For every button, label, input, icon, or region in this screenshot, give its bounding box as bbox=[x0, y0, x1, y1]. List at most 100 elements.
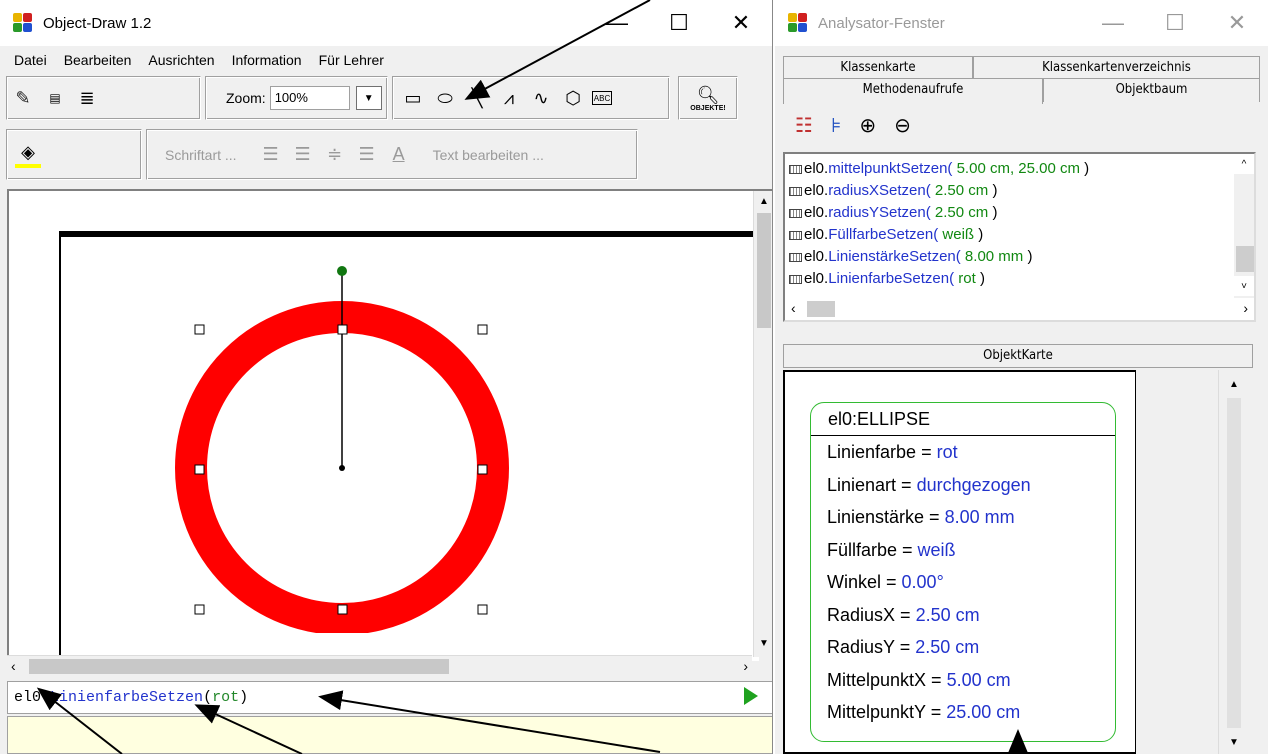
list-view-icon[interactable]: ☷ bbox=[795, 113, 813, 138]
close-button[interactable]: ✕ bbox=[710, 0, 772, 46]
analysator-title-bar[interactable]: Analysator-Fenster — ☐ ✕ bbox=[775, 0, 1268, 46]
card-row: RadiusX = 2.50 cm bbox=[827, 604, 980, 625]
list-item[interactable]: el0.mittelpunktSetzen( 5.00 cm, 25.00 cm… bbox=[785, 158, 1232, 180]
tab-objektbaum[interactable]: Objektbaum bbox=[1043, 78, 1260, 102]
align-center-icon[interactable]: ☰ bbox=[290, 142, 316, 168]
fill-bucket-icon[interactable]: ◈ bbox=[15, 142, 41, 168]
maximize-button[interactable]: ☐ bbox=[648, 0, 710, 46]
close-button[interactable]: ✕ bbox=[1206, 0, 1268, 46]
polyline-tool-icon[interactable]: ⩘ bbox=[496, 85, 522, 111]
list-item[interactable]: el0.LinienfarbeSetzen( rot ) bbox=[785, 268, 1232, 290]
justify-icon[interactable]: ☰ bbox=[354, 142, 380, 168]
canvas-horizontal-scrollbar[interactable]: ‹ › bbox=[7, 655, 752, 677]
minimize-button[interactable]: — bbox=[1082, 0, 1144, 46]
objektkarte-vertical-scrollbar[interactable]: ▲ ▼ bbox=[1218, 370, 1248, 754]
magnifier-icon: 🔍︎ bbox=[696, 84, 720, 105]
menu-bearbeiten[interactable]: Bearbeiten bbox=[54, 52, 139, 68]
hscroll-thumb[interactable] bbox=[29, 659, 449, 674]
scroll-right-icon[interactable]: › bbox=[743, 658, 748, 674]
line-style-icon[interactable]: ▤ bbox=[42, 85, 68, 111]
analysator-title: Analysator-Fenster bbox=[818, 14, 945, 32]
scroll-down-icon[interactable]: ▼ bbox=[1224, 732, 1244, 752]
line-width-icon[interactable]: ≣ bbox=[74, 85, 100, 111]
hscroll-thumb[interactable] bbox=[807, 301, 835, 317]
output-area bbox=[7, 716, 772, 754]
maximize-button[interactable]: ☐ bbox=[1144, 0, 1206, 46]
center-point bbox=[339, 465, 345, 471]
list-item[interactable]: el0.FüllfarbeSetzen( weiß ) bbox=[785, 224, 1232, 246]
objekte-label: OBJEKTE! bbox=[690, 104, 726, 112]
objektkarte-panel: el0:ELLIPSE Linienfarbe = rot Linienart … bbox=[783, 370, 1136, 754]
line-style-toolbar: ✎ ▤ ≣ bbox=[6, 76, 201, 120]
card-row: Füllfarbe = weiß bbox=[827, 539, 956, 560]
zoom-select[interactable]: 100% bbox=[269, 86, 350, 110]
scroll-left-icon[interactable]: ‹ bbox=[11, 658, 16, 674]
menu-fuer-lehrer[interactable]: Für Lehrer bbox=[309, 52, 391, 68]
font-color-icon[interactable]: A bbox=[386, 142, 412, 168]
line-tool-icon[interactable]: ╲ bbox=[464, 85, 490, 111]
zoom-label: Zoom: bbox=[226, 90, 266, 106]
scroll-thumb[interactable] bbox=[757, 213, 771, 328]
chevron-down-icon[interactable]: ▼ bbox=[355, 86, 382, 110]
zoom-out-icon[interactable]: ⊖ bbox=[894, 113, 911, 138]
scroll-up-icon[interactable]: ▲ bbox=[1224, 374, 1244, 394]
objekte-button[interactable]: 🔍︎ OBJEKTE! bbox=[678, 76, 738, 120]
card-row: Linienstärke = 8.00 mm bbox=[827, 507, 1015, 527]
list-item[interactable]: el0.LinienstärkeSetzen( 8.00 mm ) bbox=[785, 246, 1232, 268]
cmd-arg: rot bbox=[212, 689, 240, 706]
scroll-up-icon[interactable]: ▲ bbox=[754, 191, 772, 211]
scroll-left-icon[interactable]: ‹ bbox=[791, 300, 796, 316]
card-header: el0:ELLIPSE bbox=[811, 403, 1115, 436]
method-call-list[interactable]: el0.mittelpunktSetzen( 5.00 cm, 25.00 cm… bbox=[783, 152, 1256, 322]
menu-ausrichten[interactable]: Ausrichten bbox=[138, 52, 221, 68]
polygon-tool-icon[interactable]: ⬡ bbox=[560, 85, 586, 111]
text-tool-icon[interactable]: ABC bbox=[592, 91, 612, 105]
tab-methodenaufrufe[interactable]: Methodenaufrufe bbox=[783, 78, 1043, 104]
drawing-canvas[interactable]: ▲ ▼ bbox=[7, 189, 772, 661]
app-logo-icon bbox=[13, 13, 33, 33]
canvas-vertical-scrollbar[interactable]: ▲ ▼ bbox=[753, 191, 772, 657]
zoom-in-icon[interactable]: ⊕ bbox=[859, 113, 876, 138]
tab-strip: Klassenkarte Klassenkartenverzeichnis Me… bbox=[783, 56, 1260, 104]
card-row: Linienfarbe = rot bbox=[827, 442, 958, 462]
scroll-down-icon[interactable]: ▼ bbox=[754, 633, 772, 653]
method-toolbar: ☷ ⊧ ⊕ ⊖ bbox=[795, 113, 911, 138]
scroll-down-icon[interactable]: ˅ bbox=[1234, 276, 1254, 296]
ellipse-tool-icon[interactable]: ⬭ bbox=[432, 85, 458, 111]
scroll-up-icon[interactable]: ^ bbox=[1234, 154, 1254, 174]
tree-view-icon[interactable]: ⊧ bbox=[831, 113, 841, 138]
menu-datei[interactable]: Datei bbox=[4, 52, 54, 68]
scroll-right-icon[interactable]: › bbox=[1243, 300, 1248, 316]
scroll-thumb[interactable] bbox=[1227, 398, 1241, 728]
menu-information[interactable]: Information bbox=[222, 52, 309, 68]
font-button[interactable]: Schriftart ... bbox=[165, 147, 237, 163]
command-input[interactable]: el0.LinienfarbeSetzen(rot) bbox=[7, 681, 772, 714]
minimize-button[interactable]: — bbox=[586, 0, 648, 46]
rotation-handle[interactable] bbox=[337, 266, 347, 276]
cmd-object: el0 bbox=[14, 689, 42, 706]
edit-text-button[interactable]: Text bearbeiten ... bbox=[433, 147, 544, 163]
freehand-tool-icon[interactable]: ∿ bbox=[528, 85, 554, 111]
title-bar[interactable]: Object-Draw 1.2 — ☐ ✕ bbox=[0, 0, 772, 46]
method-vertical-scrollbar[interactable]: ^ ˅ bbox=[1234, 154, 1254, 298]
method-horizontal-scrollbar[interactable]: ‹ › bbox=[785, 298, 1254, 320]
method-call-lines: el0.mittelpunktSetzen( 5.00 cm, 25.00 cm… bbox=[785, 158, 1232, 290]
card-row: Linienart = durchgezogen bbox=[827, 474, 1031, 495]
tab-klassenkarte[interactable]: Klassenkarte bbox=[783, 56, 973, 80]
cmd-close: ) bbox=[239, 689, 249, 706]
zoom-toolbar: Zoom: 100% ▼ bbox=[205, 76, 388, 120]
card-row: MittelpunktY = 25.00 cm bbox=[827, 702, 1021, 722]
align-left-icon[interactable]: ☰ bbox=[258, 142, 284, 168]
app-logo-icon bbox=[788, 13, 808, 33]
run-icon[interactable] bbox=[744, 687, 758, 705]
tab-klassenkartenverzeichnis[interactable]: Klassenkartenverzeichnis bbox=[973, 56, 1260, 80]
card-row: MittelpunktX = 5.00 cm bbox=[827, 669, 1011, 690]
list-item[interactable]: el0.radiusYSetzen( 2.50 cm ) bbox=[785, 202, 1232, 224]
align-middle-icon[interactable]: ≑ bbox=[322, 142, 348, 168]
line-color-icon[interactable]: ✎ bbox=[10, 85, 36, 111]
card-row: Winkel = 0.00° bbox=[827, 572, 944, 592]
list-item[interactable]: el0.radiusXSetzen( 2.50 cm ) bbox=[785, 180, 1232, 202]
object-card[interactable]: el0:ELLIPSE Linienfarbe = rot Linienart … bbox=[810, 402, 1116, 742]
scroll-thumb[interactable] bbox=[1236, 246, 1254, 272]
rectangle-tool-icon[interactable]: ▭ bbox=[400, 85, 426, 111]
